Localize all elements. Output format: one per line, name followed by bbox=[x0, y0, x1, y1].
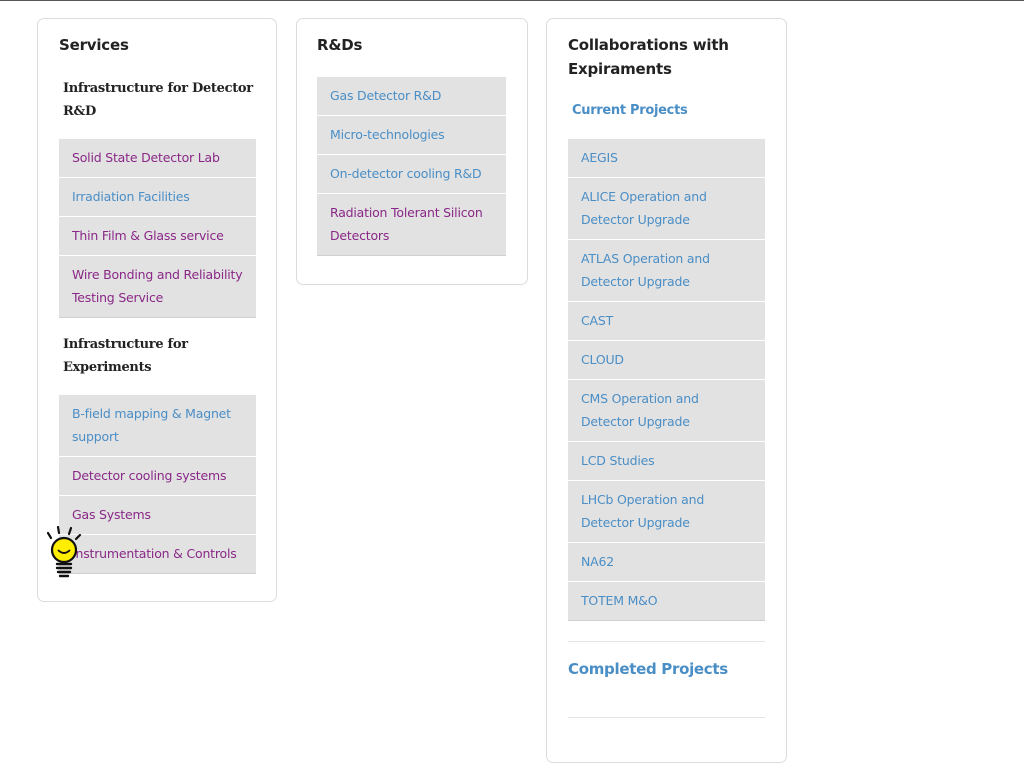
menu-item-cms-operation-and-detector-upgrade[interactable]: CMS Operation and Detector Upgrade bbox=[568, 380, 765, 442]
menu-item-alice-operation-and-detector-upgrade[interactable]: ALICE Operation and Detector Upgrade bbox=[568, 178, 765, 240]
menu-item-cloud[interactable]: CLOUD bbox=[568, 341, 765, 380]
menu-item-b-field-mapping-and-magnet-support[interactable]: B-field mapping & Magnet support bbox=[59, 395, 256, 457]
menu-item-na62[interactable]: NA62 bbox=[568, 543, 765, 582]
menu-item-on-detector-cooling-randd[interactable]: On-detector cooling R&D bbox=[317, 155, 506, 194]
services-title: Services bbox=[59, 36, 129, 54]
collaborations-title: Collaborations with Expiraments bbox=[568, 36, 729, 78]
menu-item-gas-detector-randd[interactable]: Gas Detector R&D bbox=[317, 77, 506, 116]
menu-item-solid-state-detector-lab[interactable]: Solid State Detector Lab bbox=[59, 139, 256, 178]
current-projects-heading[interactable]: Current Projects bbox=[572, 101, 752, 121]
menu-item-irradiation-facilities[interactable]: Irradiation Facilities bbox=[59, 178, 256, 217]
menu-item-micro-technologies[interactable]: Micro-technologies bbox=[317, 116, 506, 155]
collaborations-card: Collaborations with Expiraments Current … bbox=[546, 18, 787, 763]
menu-item-totem-mando[interactable]: TOTEM M&O bbox=[568, 582, 765, 621]
completed-bottom-divider bbox=[568, 717, 765, 718]
detector-rnd-heading: Infrastructure for Detector R&D bbox=[63, 81, 253, 119]
menu-item-gas-systems[interactable]: Gas Systems bbox=[59, 496, 256, 535]
rnd-card: R&Ds Gas Detector R&D Micro-technologies O… bbox=[296, 18, 528, 285]
menu-item-cast[interactable]: CAST bbox=[568, 302, 765, 341]
menu-item-radiation-tolerant-silicon-detectors[interactable]: Radiation Tolerant Silicon Detectors bbox=[317, 194, 506, 256]
menu-item-lhcb-operation-and-detector-upgrade[interactable]: LHCb Operation and Detector Upgrade bbox=[568, 481, 765, 543]
experiments-menu: B-field mapping & Magnet support Detector… bbox=[59, 395, 256, 574]
lightbulb-cursor-icon bbox=[44, 525, 86, 578]
completed-projects-heading[interactable]: Completed Projects bbox=[568, 658, 758, 680]
menu-item-instrumentation-and-controls[interactable]: Instrumentation & Controls bbox=[59, 535, 256, 574]
completed-top-divider bbox=[568, 641, 765, 642]
experiments-heading: Infrastructure for Experiments bbox=[63, 337, 188, 375]
menu-item-aegis[interactable]: AEGIS bbox=[568, 139, 765, 178]
menu-item-wire-bonding-and-reliability-testing-service[interactable]: Wire Bonding and Reliability Testing Ser… bbox=[59, 256, 256, 318]
menu-item-atlas-operation-and-detector-upgrade[interactable]: ATLAS Operation and Detector Upgrade bbox=[568, 240, 765, 302]
detector-rnd-menu: Solid State Detector Lab Irradiation Faci… bbox=[59, 139, 256, 318]
menu-item-lcd-studies[interactable]: LCD Studies bbox=[568, 442, 765, 481]
rnd-title: R&Ds bbox=[317, 36, 363, 54]
rnd-menu: Gas Detector R&D Micro-technologies On-det… bbox=[317, 77, 506, 256]
menu-item-detector-cooling-systems[interactable]: Detector cooling systems bbox=[59, 457, 256, 496]
current-projects-menu: AEGIS ALICE Operation and Detector Upgrad… bbox=[568, 139, 765, 621]
services-card: Services Infrastructure for Detector R&D… bbox=[37, 18, 277, 602]
menu-item-thin-film-and-glass-service[interactable]: Thin Film & Glass service bbox=[59, 217, 256, 256]
page-top-border bbox=[0, 0, 1024, 1]
